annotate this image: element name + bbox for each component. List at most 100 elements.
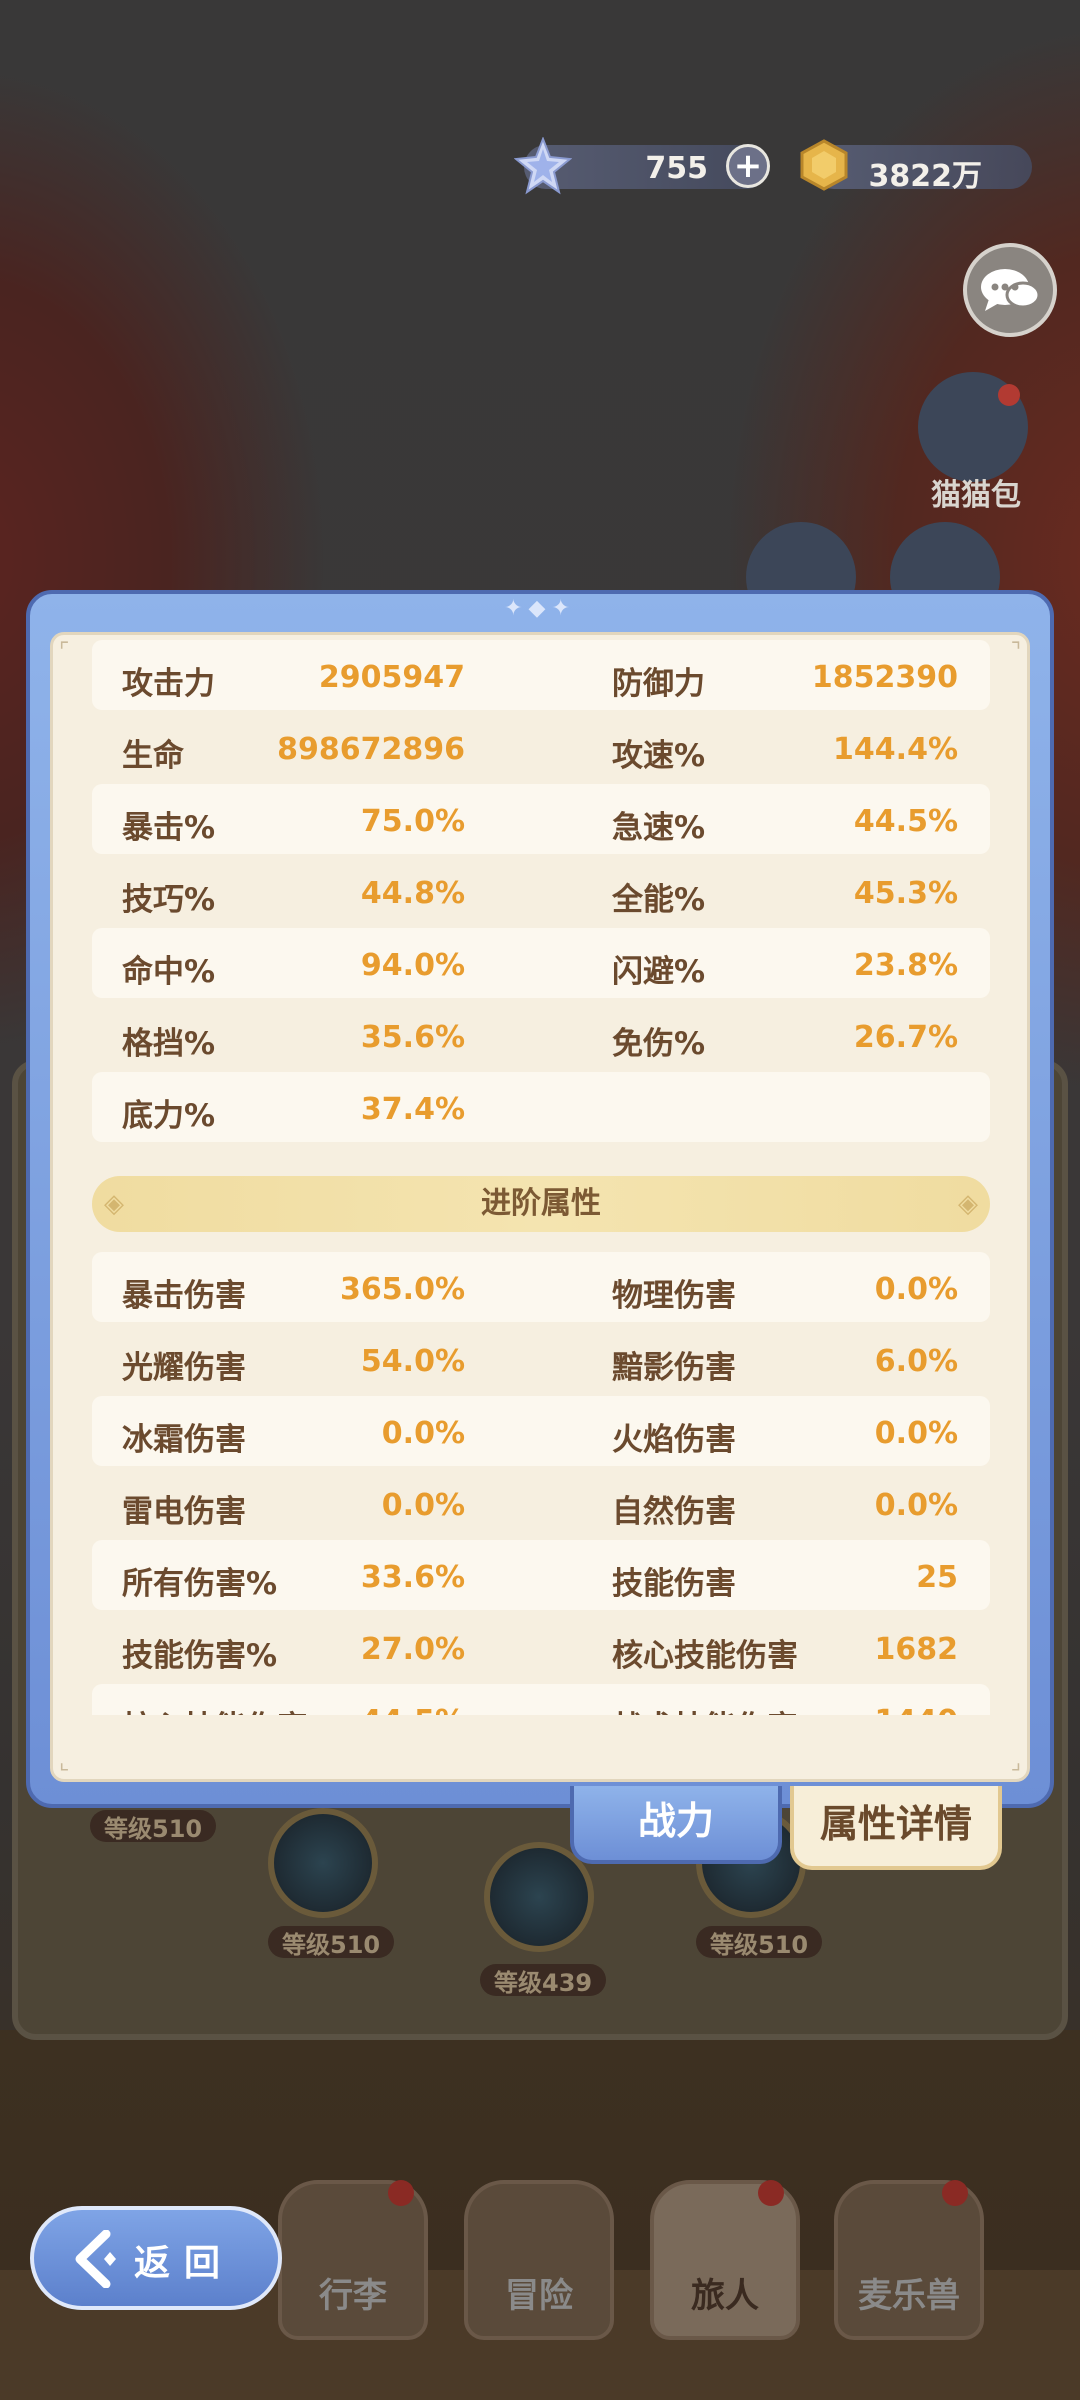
stat-label: 防御力 (612, 666, 705, 702)
nav-label: 旅人 (691, 2276, 759, 2316)
diamond-ornament-icon: ◈ (958, 1189, 978, 1219)
back-arrow-icon (75, 2230, 116, 2288)
stat-row: 核心技能伤害% 44.5% 战术技能伤害 1440 (92, 1684, 990, 1715)
stat-value: 144.4% (833, 732, 958, 767)
gold-coin-icon (800, 139, 848, 191)
advanced-attributes-header: ◈ 进阶属性 ◈ (92, 1176, 990, 1232)
stat-value: 1682 (874, 1632, 959, 1667)
stat-value: 0.0% (874, 1272, 958, 1307)
tab-power[interactable]: 战力 (570, 1786, 782, 1864)
notification-dot (942, 2180, 968, 2206)
stat-value: 23.8% (853, 948, 958, 983)
stat-label: 战术技能伤害 (612, 1702, 798, 1715)
notification-dot (758, 2180, 784, 2206)
stat-value: 26.7% (853, 1020, 958, 1055)
stat-label: 全能% (612, 882, 706, 918)
section-title: 进阶属性 (481, 1186, 601, 1221)
corner-ornament: ⌞ (59, 1750, 70, 1775)
stats-scroll-area[interactable]: 攻击力 2905947 防御力 1852390 生命 898672896 攻速%… (92, 640, 990, 1715)
corner-ornament: ⌝ (1010, 639, 1021, 664)
stat-value: 365.0% (340, 1272, 465, 1307)
stat-value: 6.0% (874, 1344, 958, 1379)
stat-label: 格挡% (122, 1026, 216, 1062)
back-button[interactable]: 返回 (30, 2206, 282, 2310)
gem-count: 755 (645, 151, 708, 186)
stat-label: 闪避% (612, 954, 706, 990)
stat-value: 1440 (875, 1704, 959, 1715)
tab-attribute-details[interactable]: 属性详情 (790, 1786, 1002, 1870)
nav-label: 冒险 (505, 2276, 573, 2316)
stat-row: 暴击伤害 365.0% 物理伤害 0.0% (92, 1252, 990, 1322)
star-gem-icon (514, 137, 572, 195)
stat-label: 攻击力 (122, 666, 215, 702)
frame-ornament: ✦◆✦ (504, 596, 576, 621)
stat-value: 54.0% (360, 1344, 465, 1379)
stat-row: 所有伤害% 33.6% 技能伤害 25 (92, 1540, 990, 1610)
level-tag: 等级510 (90, 1810, 217, 1843)
stat-value: 1852390 (811, 660, 958, 695)
stat-label: 雷电伤害 (122, 1494, 246, 1530)
stat-value: 94.0% (360, 948, 465, 983)
stat-label: 技巧% (122, 882, 216, 918)
stat-value: 898672896 (277, 732, 465, 767)
stat-label: 底力% (122, 1098, 216, 1134)
stat-label: 暴击% (122, 810, 216, 846)
gold-counter: 3822万 (800, 139, 1032, 194)
stat-value: 44.5% (361, 1704, 465, 1715)
stat-label: 物理伤害 (612, 1278, 736, 1314)
stat-row: 攻击力 2905947 防御力 1852390 (92, 640, 990, 710)
stat-label: 攻速% (612, 738, 706, 774)
stat-row: 冰霜伤害 0.0% 火焰伤害 0.0% (92, 1396, 990, 1466)
level-tag: 等级510 (268, 1926, 395, 1959)
stat-label: 生命 (122, 738, 184, 774)
stat-value: 33.6% (360, 1560, 465, 1595)
stat-row: 技能伤害% 27.0% 核心技能伤害 1682 (92, 1612, 990, 1682)
stat-value: 0.0% (874, 1416, 958, 1451)
stat-value: 2905947 (318, 660, 465, 695)
back-label: 返回 (134, 2243, 235, 2284)
diamond-ornament-icon: ◈ (104, 1189, 124, 1219)
notification-dot (388, 2180, 414, 2206)
stat-row: 生命 898672896 攻速% 144.4% (92, 712, 990, 782)
notification-dot (998, 384, 1020, 406)
chat-bubbles-icon (981, 269, 1041, 311)
stat-label: 光耀伤害 (122, 1350, 246, 1386)
stat-label: 急速% (612, 810, 706, 846)
stat-value: 44.8% (360, 876, 465, 911)
cat-bag-label: 猫猫包 (931, 478, 1021, 513)
stat-label: 所有伤害% (122, 1566, 278, 1602)
stat-value: 0.0% (381, 1488, 465, 1523)
stat-value: 45.3% (853, 876, 958, 911)
corner-ornament: ⌟ (1010, 1750, 1021, 1775)
stat-label: 火焰伤害 (612, 1422, 736, 1458)
stat-label: 冰霜伤害 (122, 1422, 246, 1458)
corner-ornament: ⌜ (59, 639, 70, 664)
stat-row: 底力% 37.4% (92, 1072, 990, 1142)
gem-counter: 755 + (514, 137, 770, 195)
stat-label: 自然伤害 (612, 1494, 736, 1530)
stat-label: 免伤% (612, 1026, 706, 1062)
stat-row: 暴击% 75.0% 急速% 44.5% (92, 784, 990, 854)
stat-row: 命中% 94.0% 闪避% 23.8% (92, 928, 990, 998)
chat-button[interactable] (963, 243, 1057, 337)
stat-value: 25 (916, 1560, 958, 1595)
stat-row: 格挡% 35.6% 免伤% 26.7% (92, 1000, 990, 1070)
stat-label: 核心技能伤害% (122, 1702, 339, 1715)
add-gems-button[interactable]: + (726, 144, 770, 188)
hero-slot (268, 1808, 378, 1918)
level-tag: 等级439 (480, 1964, 607, 1997)
level-tag: 等级510 (696, 1926, 823, 1959)
stat-row: 雷电伤害 0.0% 自然伤害 0.0% (92, 1468, 990, 1538)
stat-value: 0.0% (874, 1488, 958, 1523)
stat-label: 技能伤害% (122, 1638, 278, 1674)
stat-label: 黯影伤害 (612, 1350, 736, 1386)
nav-label: 行李 (319, 2276, 387, 2316)
stat-value: 37.4% (360, 1092, 465, 1127)
stat-label: 命中% (122, 954, 216, 990)
stat-label: 技能伤害 (612, 1566, 736, 1602)
stat-label: 核心技能伤害 (612, 1638, 798, 1674)
stat-value: 75.0% (360, 804, 465, 839)
stat-value: 27.0% (360, 1632, 465, 1667)
stat-value: 35.6% (360, 1020, 465, 1055)
gold-count: 3822万 (868, 159, 983, 194)
